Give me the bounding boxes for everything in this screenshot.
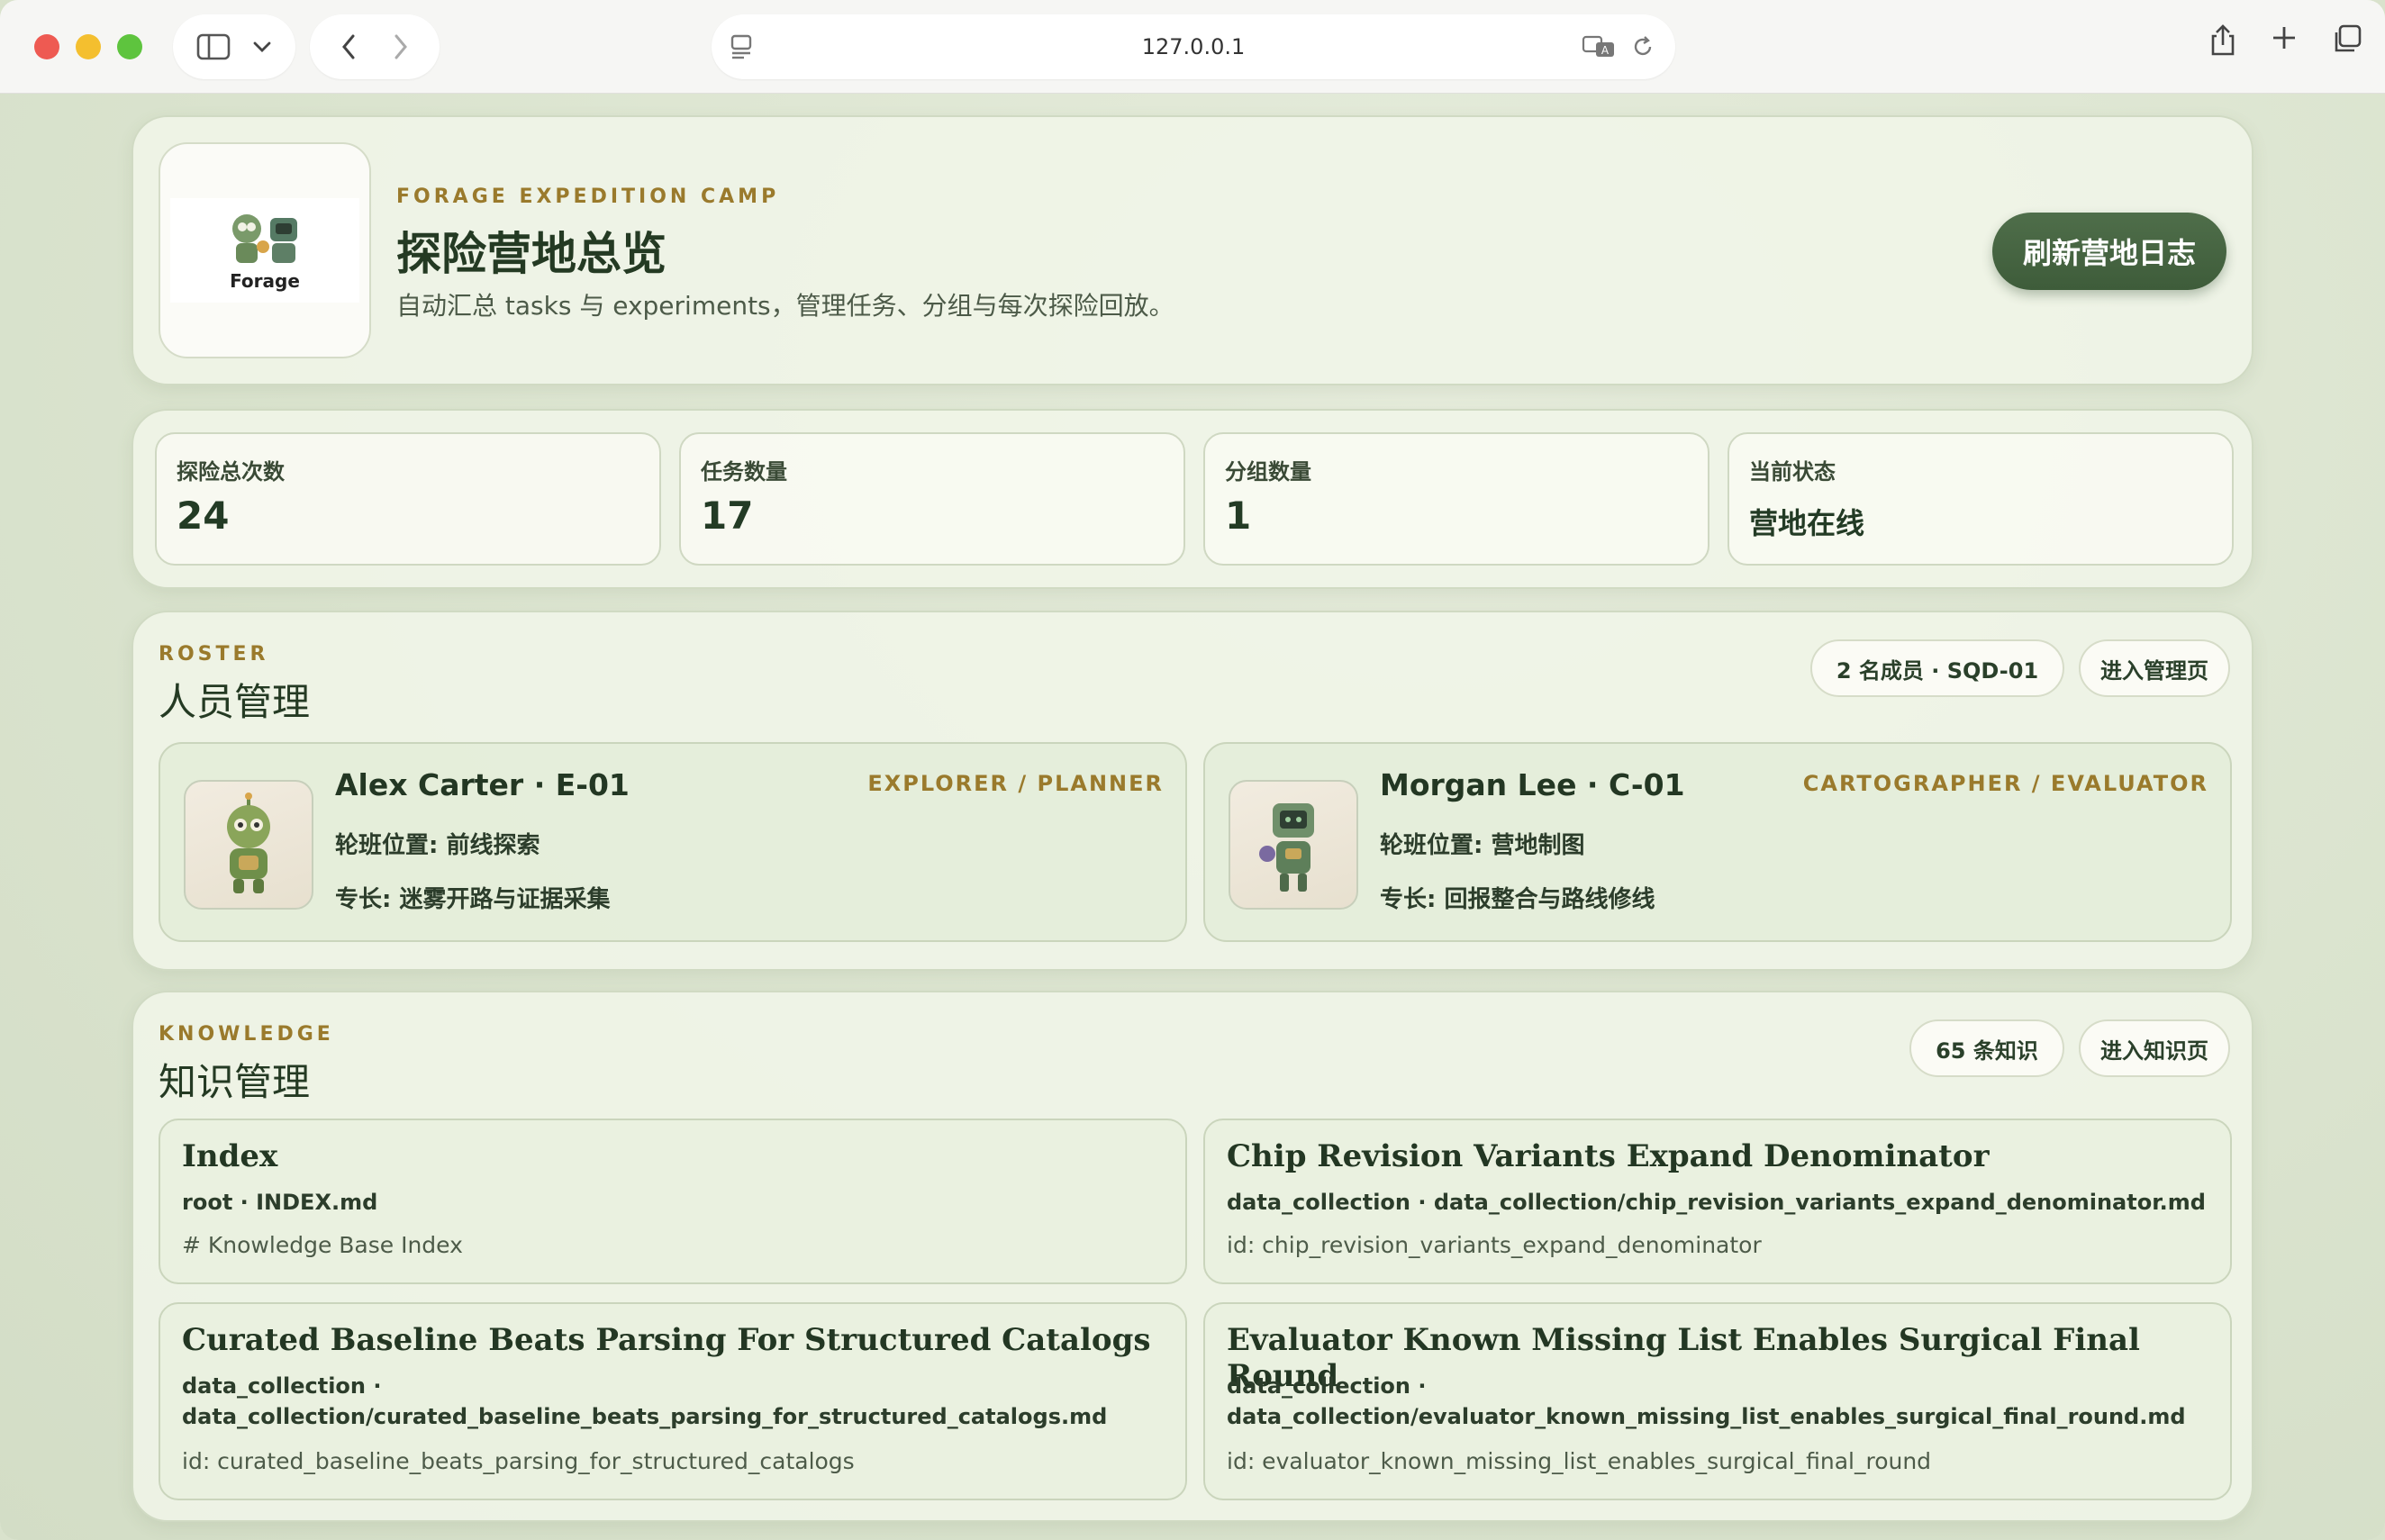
member-role: CARTOGRAPHER / EVALUATOR xyxy=(1802,771,2208,796)
sidebar-icon[interactable] xyxy=(196,33,231,60)
stat-card-status: 当前状态 营地在线 xyxy=(1728,432,2234,566)
avatar xyxy=(184,780,313,910)
knowledge-detail: # Knowledge Base Index xyxy=(182,1232,463,1258)
stat-value: 17 xyxy=(701,494,754,538)
knowledge-path: data_collection · data_collection/chip_r… xyxy=(1227,1190,2206,1215)
chevron-down-icon[interactable] xyxy=(252,41,272,53)
zoom-window-button[interactable] xyxy=(117,34,142,59)
knowledge-detail: id: curated_baseline_beats_parsing_for_s… xyxy=(182,1448,855,1474)
stat-value: 营地在线 xyxy=(1749,506,1865,540)
knowledge-card[interactable]: Evaluator Known Missing List Enables Sur… xyxy=(1203,1302,2232,1500)
knowledge-path-group: data_collection · xyxy=(182,1373,382,1399)
knowledge-title: Index xyxy=(182,1138,278,1174)
address-bar[interactable]: 127.0.0.1 A xyxy=(712,14,1675,79)
logo-wordmark: Forage xyxy=(230,270,300,292)
stat-value: 1 xyxy=(1225,494,1252,538)
tabs-overview-icon[interactable] xyxy=(2331,23,2363,58)
knowledge-title: Chip Revision Variants Expand Denominato… xyxy=(1227,1138,1990,1174)
stat-label: 探险总次数 xyxy=(177,459,285,485)
knowledge-path: data_collection · data_collection/evalua… xyxy=(1227,1371,2217,1432)
section-kicker: ROSTER xyxy=(159,643,269,666)
robot-mascot-icon xyxy=(232,214,297,263)
stat-card-tasks: 任务数量 17 xyxy=(679,432,1185,566)
translate-icon[interactable]: A xyxy=(1582,34,1618,59)
page-title: 探险营地总览 xyxy=(396,227,667,280)
member-card[interactable]: Morgan Lee · C-01 CARTOGRAPHER / EVALUAT… xyxy=(1203,742,2232,942)
member-card[interactable]: Alex Carter · E-01 EXPLORER / PLANNER 轮班… xyxy=(159,742,1187,942)
cartographer-robot-icon xyxy=(1259,803,1314,892)
knowledge-card[interactable]: Curated Baseline Beats Parsing For Struc… xyxy=(159,1302,1187,1500)
knowledge-path-file: data_collection/curated_baseline_beats_p… xyxy=(182,1404,1108,1429)
knowledge-detail: id: evaluator_known_missing_list_enables… xyxy=(1227,1448,1932,1474)
knowledge-path: data_collection · data_collection/curate… xyxy=(182,1371,1173,1432)
url-text: 127.0.0.1 xyxy=(1141,34,1246,59)
section-title: 知识管理 xyxy=(159,1060,311,1104)
browser-window: 127.0.0.1 A Forage FORAGE EXPEDITION CAM… xyxy=(0,0,2385,1540)
close-window-button[interactable] xyxy=(34,34,59,59)
section-kicker: KNOWLEDGE xyxy=(159,1023,334,1046)
history-nav-group xyxy=(310,14,440,79)
stat-label: 当前状态 xyxy=(1749,459,1836,485)
svg-text:A: A xyxy=(1601,44,1610,57)
page-content: Forage FORAGE EXPEDITION CAMP 探险营地总览 自动汇… xyxy=(0,94,2385,1540)
forward-icon[interactable] xyxy=(393,33,409,60)
member-shift: 轮班位置: 营地制图 xyxy=(1380,832,1585,859)
member-name: Alex Carter · E-01 xyxy=(335,767,630,802)
forage-logo: Forage xyxy=(159,142,371,358)
stat-card-groups: 分组数量 1 xyxy=(1203,432,1709,566)
browser-toolbar: 127.0.0.1 A xyxy=(0,0,2385,94)
avatar xyxy=(1229,780,1358,910)
hero-panel: Forage FORAGE EXPEDITION CAMP 探险营地总览 自动汇… xyxy=(131,115,2254,385)
stats-panel: 探险总次数 24 任务数量 17 分组数量 1 当前状态 营地在线 xyxy=(131,409,2254,589)
knowledge-card[interactable]: Chip Revision Variants Expand Denominato… xyxy=(1203,1119,2232,1284)
member-count-badge: 2 名成员 · SQD-01 xyxy=(1810,639,2064,697)
share-icon[interactable] xyxy=(2208,23,2237,58)
knowledge-path-group: data_collection · xyxy=(1227,1373,1427,1399)
section-title: 人员管理 xyxy=(159,680,311,724)
knowledge-title: Curated Baseline Beats Parsing For Struc… xyxy=(182,1322,1151,1358)
member-shift: 轮班位置: 前线探索 xyxy=(335,832,540,859)
roster-panel: ROSTER 人员管理 2 名成员 · SQD-01 进入管理页 Alex Ca… xyxy=(131,611,2254,971)
knowledge-panel: KNOWLEDGE 知识管理 65 条知识 进入知识页 Index root ·… xyxy=(131,991,2254,1522)
knowledge-path: root · INDEX.md xyxy=(182,1190,378,1215)
explorer-robot-icon xyxy=(227,793,270,893)
stat-value: 24 xyxy=(177,494,230,538)
member-name: Morgan Lee · C-01 xyxy=(1380,767,1685,802)
reload-icon[interactable] xyxy=(1630,34,1655,59)
knowledge-path-file: data_collection/evaluator_known_missing_… xyxy=(1227,1404,2186,1429)
knowledge-detail: id: chip_revision_variants_expand_denomi… xyxy=(1227,1232,1762,1258)
hero-kicker: FORAGE EXPEDITION CAMP xyxy=(396,186,780,208)
back-icon[interactable] xyxy=(340,33,357,60)
stat-label: 分组数量 xyxy=(1225,459,1311,485)
minimize-window-button[interactable] xyxy=(76,34,101,59)
enter-roster-button[interactable]: 进入管理页 xyxy=(2079,639,2230,697)
page-subtitle: 自动汇总 tasks 与 experiments，管理任务、分组与每次探险回放。 xyxy=(396,291,1174,321)
knowledge-count-badge: 65 条知识 xyxy=(1909,1019,2064,1077)
knowledge-card[interactable]: Index root · INDEX.md # Knowledge Base I… xyxy=(159,1119,1187,1284)
sidebar-toggle-group xyxy=(173,14,295,79)
member-role: EXPLORER / PLANNER xyxy=(867,771,1164,796)
stat-label: 任务数量 xyxy=(701,459,787,485)
new-tab-icon[interactable] xyxy=(2270,23,2299,58)
enter-knowledge-button[interactable]: 进入知识页 xyxy=(2079,1019,2230,1077)
stat-card-expeditions: 探险总次数 24 xyxy=(155,432,661,566)
page-icon xyxy=(730,34,753,59)
member-specialty: 专长: 迷雾开路与证据采集 xyxy=(335,886,611,913)
refresh-log-button[interactable]: 刷新营地日志 xyxy=(1992,213,2226,290)
member-specialty: 专长: 回报整合与路线修线 xyxy=(1380,886,1655,913)
